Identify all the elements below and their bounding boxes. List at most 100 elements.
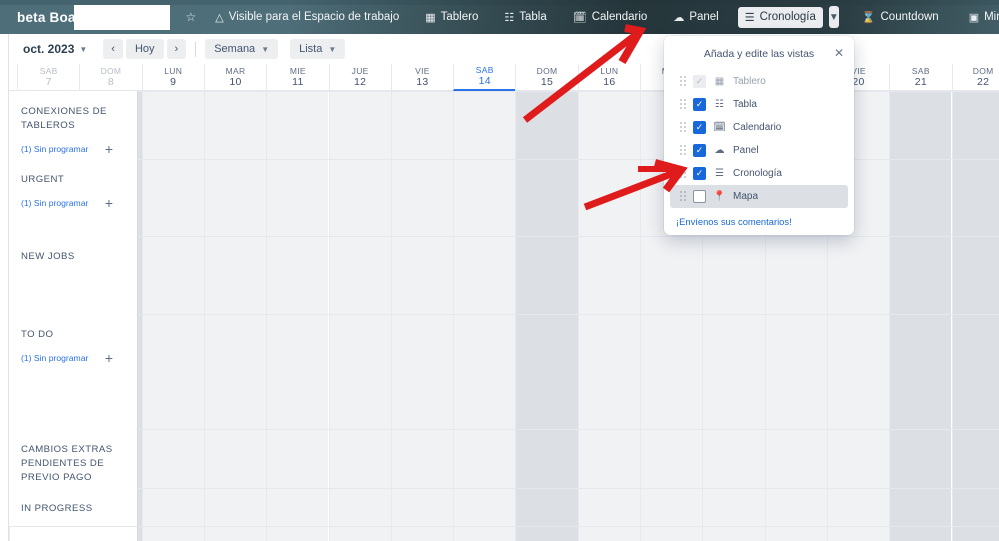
date-column-header: SAB7 bbox=[17, 64, 79, 91]
today-label: Hoy bbox=[135, 43, 155, 55]
lane-title: CONEXIONES DE TABLEROS bbox=[21, 105, 125, 133]
board-header: beta Board ☆ △ Visible para el Espacio d… bbox=[0, 0, 999, 34]
date-column-header: SAB14 bbox=[453, 64, 515, 91]
lane-divider bbox=[9, 488, 999, 489]
chevron-right-icon: › bbox=[175, 43, 179, 55]
date-column-header: VIE13 bbox=[391, 64, 453, 91]
views-popover-header: Añada y edite las vistas ✕ bbox=[664, 44, 854, 70]
view-visibility-checkbox: ✓ bbox=[693, 75, 706, 88]
day-number-label: 9 bbox=[170, 76, 176, 88]
lane-row[interactable]: IN PROGRESS bbox=[9, 488, 137, 526]
view-tab-cronologia[interactable]: ☰ Cronología bbox=[738, 7, 823, 28]
drag-handle-icon[interactable] bbox=[680, 122, 686, 133]
view-tab-label: Tabla bbox=[519, 11, 547, 23]
powerup-countdown-button[interactable]: ⌛ Countdown bbox=[855, 7, 946, 28]
date-column-header: DOM8 bbox=[79, 64, 141, 91]
month-selector[interactable]: oct. 2023 ▼ bbox=[19, 39, 91, 59]
view-tab-label: Tablero bbox=[441, 11, 479, 23]
lane-divider bbox=[9, 314, 999, 315]
add-card-icon[interactable]: + bbox=[105, 351, 113, 365]
day-of-week-label: JUE bbox=[352, 67, 369, 77]
group-by-selector[interactable]: Lista ▼ bbox=[290, 39, 345, 59]
views-popover-row-cronologa[interactable]: ✓☰Cronología bbox=[670, 162, 848, 185]
views-dropdown-toggle[interactable]: ▼ bbox=[829, 6, 839, 28]
day-of-week-label: MIE bbox=[290, 67, 306, 77]
chevron-left-icon: ‹ bbox=[111, 43, 115, 55]
add-card-icon[interactable]: + bbox=[105, 142, 113, 156]
lane-unscheduled-row: (1) Sin programar + bbox=[21, 196, 125, 210]
drag-handle-icon[interactable] bbox=[680, 145, 686, 156]
date-column-header: DOM15 bbox=[515, 64, 577, 91]
drag-handle-icon[interactable] bbox=[680, 168, 686, 179]
view-visibility-checkbox[interactable]: ✓ bbox=[693, 167, 706, 180]
view-visibility-checkbox[interactable]: ✓ bbox=[693, 144, 706, 157]
lane-row[interactable]: CAMBIOS EXTRAS PENDIENTES DE PREVIO PAGO bbox=[9, 429, 137, 488]
calendar-icon: 🗓 bbox=[713, 122, 726, 133]
board-visibility-button[interactable]: △ Visible para el Espacio de trabajo bbox=[208, 7, 406, 28]
prev-period-button[interactable]: ‹ bbox=[103, 39, 123, 59]
unscheduled-count-link[interactable]: (1) Sin programar bbox=[21, 353, 88, 363]
board-visibility-label: Visible para el Espacio de trabajo bbox=[229, 11, 399, 23]
calendar-icon: 🗓 bbox=[573, 11, 587, 24]
lane-row[interactable]: URGENT (1) Sin programar + bbox=[9, 159, 137, 236]
drag-handle-icon[interactable] bbox=[680, 99, 686, 110]
today-button[interactable]: Hoy bbox=[126, 39, 164, 59]
unscheduled-count-link[interactable]: (1) Sin programar bbox=[21, 198, 88, 208]
lane-divider bbox=[9, 429, 999, 430]
view-tab-calendario[interactable]: 🗓 Calendario bbox=[566, 7, 655, 28]
star-icon[interactable]: ☆ bbox=[186, 10, 197, 24]
lane-row[interactable]: CONEXIONES DE TABLEROS (1) Sin programar + bbox=[9, 91, 137, 159]
day-of-week-label: SAB bbox=[476, 66, 494, 76]
chevron-down-icon: ▼ bbox=[79, 45, 87, 54]
day-of-week-label: SAB bbox=[40, 67, 58, 77]
group-by-label: Lista bbox=[299, 43, 322, 55]
unscheduled-count-link[interactable]: (1) Sin programar bbox=[21, 144, 88, 154]
views-popover-row-calendario[interactable]: ✓🗓Calendario bbox=[670, 116, 848, 139]
views-popover-row-panel[interactable]: ✓☁Panel bbox=[670, 139, 848, 162]
view-visibility-checkbox[interactable]: ✓ bbox=[693, 98, 706, 111]
lane-divider bbox=[9, 526, 999, 527]
view-tab-panel[interactable]: ☁ Panel bbox=[666, 7, 725, 28]
day-number-label: 14 bbox=[479, 75, 491, 87]
lane-column-divider bbox=[137, 91, 138, 541]
close-icon[interactable]: ✕ bbox=[834, 46, 844, 60]
views-popover-row-mapa[interactable]: 📍Mapa bbox=[670, 185, 848, 208]
board-icon: ▦ bbox=[713, 76, 726, 87]
header-right-actions: ⌛ Countdown ▣ Mirror ⏴ Power-Up bbox=[839, 7, 999, 28]
lane-row[interactable]: TO DO(1) Sin programar+ bbox=[9, 314, 137, 429]
date-column-header: LUN16 bbox=[578, 64, 640, 91]
drag-handle-icon[interactable] bbox=[680, 191, 686, 202]
powerup-mirror-button[interactable]: ▣ Mirror bbox=[962, 7, 999, 28]
next-period-button[interactable]: › bbox=[167, 39, 187, 59]
view-tab-label: Panel bbox=[689, 11, 718, 23]
board-icon: ▦ bbox=[425, 11, 435, 24]
views-popover-row-tablero[interactable]: ✓▦Tablero bbox=[670, 70, 848, 93]
lane-row[interactable]: NEW JOBS bbox=[9, 236, 137, 314]
view-tab-tabla[interactable]: ☷ Tabla bbox=[497, 7, 553, 28]
views-popover-row-tabla[interactable]: ✓☷Tabla bbox=[670, 93, 848, 116]
zoom-level-selector[interactable]: Semana ▼ bbox=[205, 39, 278, 59]
feedback-link[interactable]: ¡Envíenos sus comentarios! bbox=[664, 208, 854, 229]
day-of-week-label: DOM bbox=[537, 67, 558, 77]
timeline-icon: ☰ bbox=[745, 11, 755, 24]
view-tab-tablero[interactable]: ▦ Tablero bbox=[418, 7, 485, 28]
date-nav-group: ‹ Hoy › bbox=[103, 39, 186, 59]
views-popover-list: ✓▦Tablero✓☷Tabla✓🗓Calendario✓☁Panel✓☰Cro… bbox=[664, 70, 854, 208]
date-column-header: MIE11 bbox=[266, 64, 328, 91]
lane-unscheduled-row: (1) Sin programar + bbox=[21, 142, 125, 156]
views-popover: Añada y edite las vistas ✕ ✓▦Tablero✓☷Ta… bbox=[664, 36, 854, 235]
day-of-week-label: DOM bbox=[101, 67, 122, 77]
lane-title: NEW JOBS bbox=[21, 250, 125, 264]
day-of-week-label: DOM bbox=[973, 67, 994, 77]
date-column-header: JUE12 bbox=[329, 64, 391, 91]
day-number-label: 11 bbox=[292, 76, 304, 88]
month-label: oct. 2023 bbox=[23, 42, 74, 56]
view-visibility-checkbox[interactable]: ✓ bbox=[693, 121, 706, 134]
views-popover-row-label: Panel bbox=[733, 145, 759, 156]
views-popover-row-label: Tabla bbox=[733, 99, 757, 110]
lane-title: URGENT bbox=[21, 173, 125, 187]
drag-handle-icon[interactable] bbox=[680, 76, 686, 87]
view-visibility-checkbox[interactable] bbox=[693, 190, 706, 203]
toolbar-divider bbox=[195, 42, 196, 57]
add-card-icon[interactable]: + bbox=[105, 196, 113, 210]
